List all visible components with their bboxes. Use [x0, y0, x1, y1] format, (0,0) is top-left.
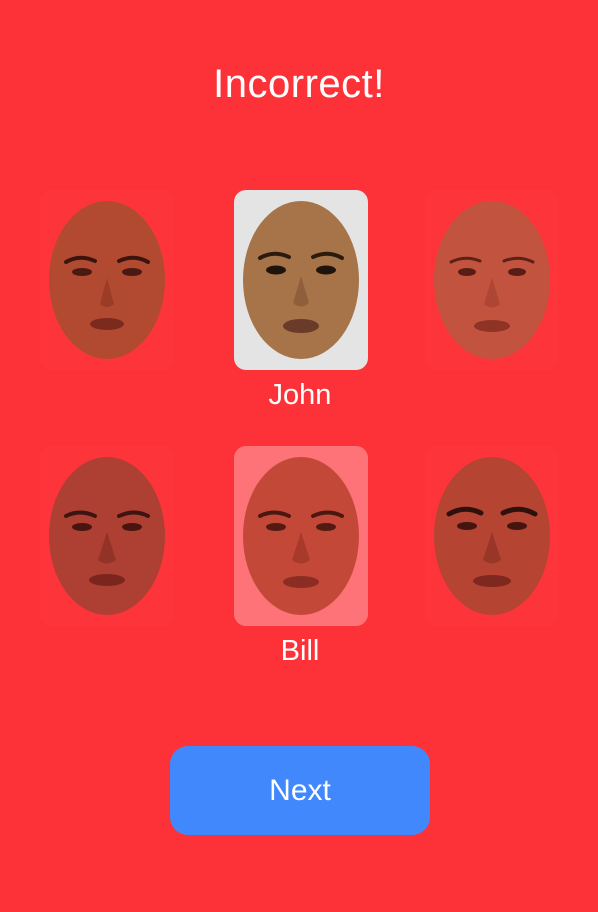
face-svg-2 [243, 201, 359, 359]
face-card-5[interactable] [234, 446, 368, 626]
result-title: Incorrect! [213, 62, 385, 106]
face-svg-4 [49, 457, 165, 615]
face-photo-1-icon [48, 200, 166, 360]
face-svg-6 [434, 457, 550, 615]
selected-name-label: John [268, 379, 332, 411]
face-svg-1 [49, 201, 165, 359]
face-card-4[interactable] [40, 446, 174, 626]
face-photo-6-icon [433, 456, 551, 616]
face-svg-3 [434, 201, 550, 359]
face-photo-3-icon [433, 200, 551, 360]
next-button[interactable]: Next [170, 746, 430, 835]
face-card-3[interactable] [425, 190, 559, 370]
face-card-6[interactable] [425, 446, 559, 626]
correct-name-label: Bill [280, 635, 320, 667]
face-photo-4-icon [48, 456, 166, 616]
face-photo-5-icon [242, 456, 360, 616]
face-card-2[interactable] [234, 190, 368, 370]
face-card-1[interactable] [40, 190, 174, 370]
face-photo-2-icon [242, 200, 360, 360]
face-svg-5 [243, 457, 359, 615]
